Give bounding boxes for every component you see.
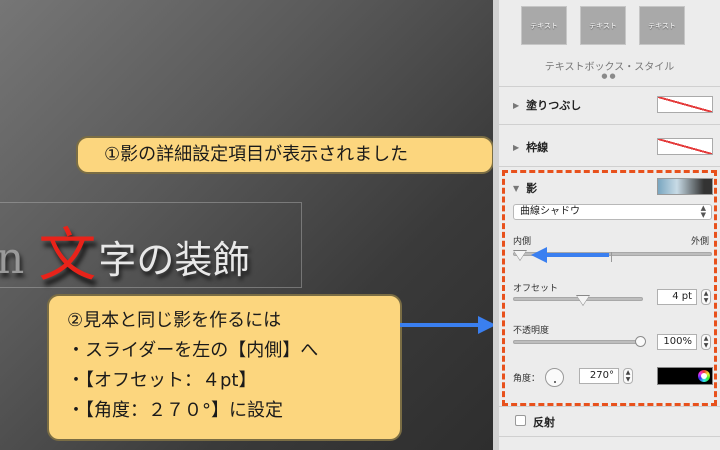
border-label: 枠線	[526, 141, 549, 154]
textbox-style-caption: テキストボックス・スタイル	[544, 62, 675, 73]
callout-step2-line: ・【オフセット：４pt】	[67, 370, 257, 391]
slide-text-highlight: 文	[38, 221, 97, 289]
fill-color-well[interactable]	[657, 96, 713, 113]
reflection-label: 反射	[533, 416, 555, 429]
slide-text-prefix: n	[0, 233, 25, 284]
fill-row[interactable]: ▶ 塗りつぶし	[513, 97, 581, 113]
disclosure-triangle-icon[interactable]: ▶	[513, 143, 519, 152]
textbox-style-thumb[interactable]: テキスト	[580, 6, 626, 45]
textbox-style-thumb[interactable]: テキスト	[639, 6, 685, 45]
disclosure-triangle-icon[interactable]: ▶	[513, 101, 519, 110]
callout-step2-line: ・【角度：２７０°】に設定	[67, 400, 283, 421]
border-color-well[interactable]	[657, 138, 713, 155]
arrow-right-icon	[400, 316, 496, 334]
slide-textbox[interactable]: n 文 字の装飾	[0, 214, 250, 284]
divider	[499, 406, 720, 407]
callout-step2-line: ②見本と同じ影を作るには	[67, 310, 282, 331]
border-row[interactable]: ▶ 枠線	[513, 139, 548, 155]
textbox-style-thumb[interactable]: テキスト	[521, 6, 567, 45]
divider	[499, 436, 720, 437]
callout-step2-line: ・スライダーを左の【内側】へ	[67, 340, 319, 361]
divider	[499, 124, 720, 125]
reflection-checkbox[interactable]	[515, 415, 526, 426]
slide-text-rest: 字の装飾	[98, 238, 251, 282]
shadow-settings-highlight	[502, 170, 717, 406]
callout-step1: ①影の詳細設定項目が表示されました	[76, 136, 494, 174]
fill-label: 塗りつぶし	[526, 99, 582, 112]
divider	[499, 86, 720, 87]
callout-step2: ②見本と同じ影を作るには ・スライダーを左の【内側】へ ・【オフセット：４pt】…	[47, 294, 402, 441]
divider	[499, 166, 720, 167]
textbox-style-gallery: テキスト テキスト テキスト	[521, 6, 685, 45]
page-indicator[interactable]: ●●	[499, 72, 720, 80]
